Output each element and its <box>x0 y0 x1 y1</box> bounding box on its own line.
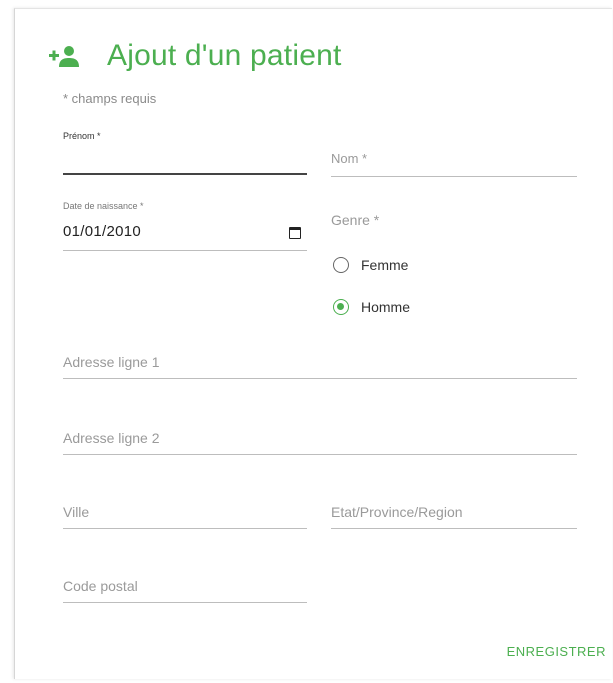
gender-label: Genre * <box>331 212 380 228</box>
city-field[interactable]: Ville <box>63 501 307 529</box>
state-field[interactable]: Etat/Province/Region <box>331 501 577 529</box>
city-placeholder: Ville <box>63 504 90 520</box>
first-name-label: Prénom * <box>63 131 101 141</box>
state-underline <box>331 528 577 529</box>
birth-date-label: Date de naissance * <box>63 201 144 211</box>
address-line1-underline <box>63 378 577 379</box>
calendar-icon[interactable] <box>289 227 301 239</box>
birth-date-value: 01/01/2010 <box>63 223 142 240</box>
address-line1-placeholder: Adresse ligne 1 <box>63 354 160 370</box>
radio-selected-dot <box>337 303 344 310</box>
postal-code-placeholder: Code postal <box>63 578 138 594</box>
required-fields-note: * champs requis <box>63 91 157 106</box>
address-line2-underline <box>63 454 577 455</box>
postal-code-underline <box>63 602 307 603</box>
page-title: Ajout d'un patient <box>107 39 342 72</box>
gender-female-label[interactable]: Femme <box>361 257 408 273</box>
last-name-underline <box>331 176 577 177</box>
gender-male-radio[interactable] <box>333 299 349 315</box>
first-name-underline <box>63 173 307 175</box>
postal-code-field[interactable]: Code postal <box>63 575 307 603</box>
address-line1-field[interactable]: Adresse ligne 1 <box>63 351 577 379</box>
address-line2-field[interactable]: Adresse ligne 2 <box>63 427 577 455</box>
city-underline <box>63 528 307 529</box>
first-name-field[interactable]: Prénom * <box>63 127 307 175</box>
person-add-icon <box>49 46 79 67</box>
birth-date-underline <box>63 250 307 251</box>
save-button[interactable]: ENREGISTRER <box>503 642 610 661</box>
add-patient-card: Ajout d'un patient * champs requis Préno… <box>14 8 612 679</box>
last-name-field[interactable]: Nom * <box>331 147 577 177</box>
address-line2-placeholder: Adresse ligne 2 <box>63 430 160 446</box>
state-placeholder: Etat/Province/Region <box>331 504 463 520</box>
last-name-placeholder: Nom * <box>331 151 368 166</box>
gender-male-label[interactable]: Homme <box>361 299 410 315</box>
gender-female-radio[interactable] <box>333 257 349 273</box>
birth-date-field[interactable]: Date de naissance * 01/01/2010 <box>63 201 307 251</box>
